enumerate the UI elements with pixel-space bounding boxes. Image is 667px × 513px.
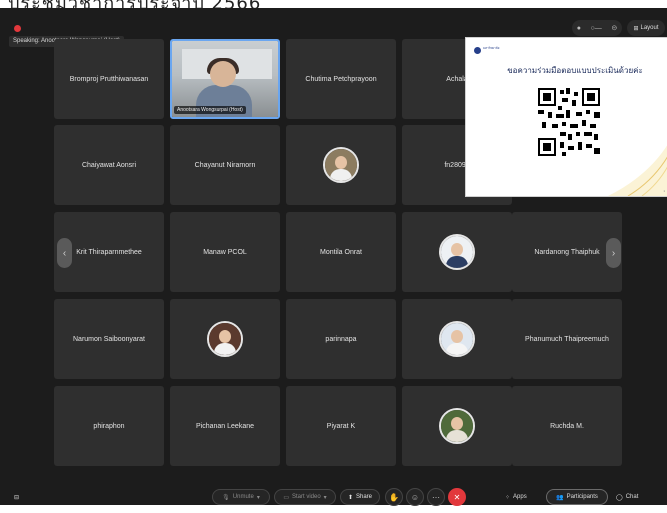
participant-avatar: [323, 147, 359, 183]
page-top-strip: ประชุมวิชาการประจำปี 2566: [0, 0, 667, 8]
participant-tile[interactable]: parinnapa: [286, 299, 396, 379]
meeting-info-button[interactable]: ⊟: [14, 489, 19, 505]
raise-hand-button[interactable]: ✋: [385, 488, 403, 506]
toggle-track-icon: ○—: [590, 24, 602, 32]
participant-name: Anootsara Wongsurpai (Host): [174, 106, 246, 114]
next-page-button[interactable]: ›: [606, 238, 621, 268]
participant-avatar: [439, 234, 475, 270]
reactions-button[interactable]: ☺: [406, 488, 424, 506]
participant-avatar: [439, 408, 475, 444]
chat-label: Chat: [625, 494, 639, 500]
participant-tile[interactable]: Manaw PCOL: [170, 212, 280, 292]
leave-meeting-button[interactable]: ✕: [448, 488, 466, 506]
share-label: Share: [356, 494, 373, 500]
chevron-down-icon: ▾: [323, 494, 327, 501]
participant-name: Krit Thiraparnmethee: [76, 248, 142, 256]
chat-button[interactable]: ◯ Chat: [616, 489, 638, 505]
layout-label: Layout: [640, 25, 659, 31]
participant-tile-host-video[interactable]: Anootsara Wongsurpai (Host): [170, 39, 280, 119]
layout-icon: ⊞: [633, 25, 639, 32]
survey-heading: ขอความร่วมมือตอบแบบประเมินด้วยค่ะ: [507, 66, 643, 75]
participant-name: Manaw PCOL: [203, 248, 247, 256]
participants-button[interactable]: 👥 Participants: [546, 489, 608, 505]
reaction-icon: ☺: [410, 492, 420, 502]
logo-text: มหาวิทยาลัย: [483, 46, 500, 50]
previous-page-button[interactable]: ‹: [57, 238, 72, 268]
recording-dot-icon: [14, 25, 21, 32]
apps-button[interactable]: ⁘ Apps: [505, 489, 527, 505]
participant-tile[interactable]: [402, 212, 512, 292]
unmute-button[interactable]: 🎙 Unmute ▾: [212, 489, 270, 505]
view-toggle[interactable]: ● ○— ⊝: [572, 20, 622, 36]
participant-name: Montila Onrat: [319, 248, 363, 256]
slide-page-number: 1: [663, 189, 665, 193]
participant-tile[interactable]: Phanumuch Thaipreemuch: [512, 299, 622, 379]
header-text: ประชุมวิชาการประจำปี 2566: [8, 0, 261, 8]
participant-name: Chaiyawat Aonsri: [81, 161, 137, 169]
participant-tile[interactable]: [402, 386, 512, 466]
video-off-icon: ▭: [283, 494, 289, 501]
start-video-button[interactable]: ▭ Start video ▾: [274, 489, 336, 505]
more-options-button[interactable]: ⋯: [427, 488, 445, 506]
chat-icon: ◯: [616, 494, 623, 501]
participant-tile[interactable]: Chutima Petchprayoon: [286, 39, 396, 119]
share-button[interactable]: ⬆ Share: [340, 489, 380, 505]
participant-name: Narumon Saiboonyarat: [73, 335, 145, 343]
participant-name: phiraphon: [93, 422, 125, 430]
participant-name: Pichanan Leekane: [196, 422, 254, 430]
participant-tile[interactable]: Pichanan Leekane: [170, 386, 280, 466]
apps-label: Apps: [513, 494, 527, 500]
shared-screen-panel: มหาวิทยาลัย ขอความร่วมมือตอบแบบประเมินด้…: [465, 37, 667, 197]
close-icon: ✕: [453, 492, 461, 502]
decorative-swoosh-icon: [608, 145, 667, 196]
university-logo-icon: [474, 47, 481, 54]
chevron-left-icon: ‹: [62, 247, 67, 259]
start-video-label: Start video: [291, 494, 321, 500]
participant-name: Chayanut Niramorn: [194, 161, 256, 169]
participant-name: Ruchda M.: [550, 422, 584, 430]
speaker-view-icon: ⊝: [611, 25, 618, 32]
info-icon: ⊟: [14, 494, 20, 501]
participant-tile[interactable]: phiraphon: [54, 386, 164, 466]
participant-tile[interactable]: Ruchda M.: [512, 386, 622, 466]
participant-name: Bromproj Prutthiwanasan: [69, 75, 149, 83]
participant-name: Piyarat K: [326, 422, 356, 430]
layout-button[interactable]: ⊞ Layout: [627, 20, 665, 36]
participants-icon: 👥: [556, 494, 564, 501]
participants-label: Participants: [566, 494, 598, 500]
participant-tile[interactable]: [402, 299, 512, 379]
participant-tile[interactable]: Piyarat K: [286, 386, 396, 466]
meeting-window: Speaking: Anootsara Wongsurpai (Host) ● …: [0, 8, 667, 506]
apps-icon: ⁘: [505, 494, 511, 501]
hand-icon: ✋: [389, 492, 399, 502]
unmute-label: Unmute: [232, 494, 254, 500]
participant-avatar: [439, 321, 475, 357]
participant-tile[interactable]: Bromproj Prutthiwanasan: [54, 39, 164, 119]
share-screen-icon: ⬆: [347, 494, 353, 501]
meeting-toolbar: ⊟ 🎙 Unmute ▾ ▭ Start video ▾ ⬆ Share ✋ ☺…: [0, 479, 667, 513]
qr-code-icon: [538, 88, 600, 156]
more-icon: ⋯: [432, 492, 440, 502]
participant-tile[interactable]: Chayanut Niramorn: [170, 125, 280, 205]
participant-tile[interactable]: Chaiyawat Aonsri: [54, 125, 164, 205]
participant-name: parinnapa: [325, 335, 357, 343]
chevron-right-icon: ›: [611, 247, 616, 259]
participant-tile[interactable]: Montila Onrat: [286, 212, 396, 292]
participant-name: Chutima Petchprayoon: [305, 75, 377, 83]
chevron-down-icon: ▾: [256, 494, 260, 501]
participant-tile[interactable]: [170, 299, 280, 379]
microphone-muted-icon: 🎙: [222, 494, 230, 501]
participant-avatar: [207, 321, 243, 357]
participant-name: Phanumuch Thaipreemuch: [525, 335, 609, 343]
participant-name: Nardanong Thaiphuk: [534, 248, 600, 256]
participant-tile[interactable]: [286, 125, 396, 205]
participant-tile[interactable]: Narumon Saiboonyarat: [54, 299, 164, 379]
gallery-view-icon: ●: [576, 24, 581, 32]
